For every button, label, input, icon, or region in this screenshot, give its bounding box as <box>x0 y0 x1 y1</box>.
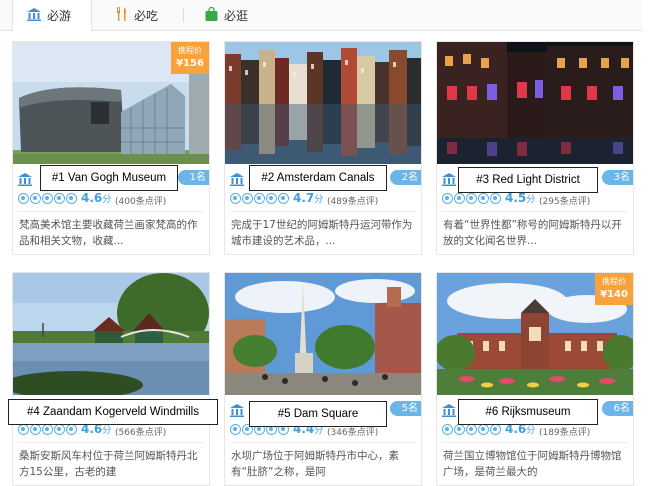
star-icon <box>42 424 53 435</box>
tab-label: 必逛 <box>224 8 249 23</box>
star-icon <box>30 193 41 204</box>
star-icon <box>442 193 453 204</box>
museum-icon <box>27 7 41 24</box>
star-icon <box>254 193 265 204</box>
attraction-photo[interactable] <box>225 273 421 395</box>
star-icon <box>66 193 77 204</box>
divider <box>230 211 416 212</box>
star-rating <box>230 193 290 204</box>
star-icon <box>30 424 41 435</box>
attraction-photo[interactable] <box>225 42 421 164</box>
shopping-bag-icon <box>205 6 218 24</box>
landmark-icon <box>18 171 32 186</box>
attraction-description: 水坝广场位于阿姆斯特丹市中心，素有“肚脐”之称，是阿 <box>231 450 399 478</box>
star-icon <box>42 193 53 204</box>
price-label: 携程价 <box>178 46 202 55</box>
attraction-description: 荷兰国立博物馆位于阿姆斯特丹博物馆广场，是荷兰最大的 <box>443 450 622 478</box>
price-tag: 携程价 ¥140 <box>595 273 633 305</box>
rating-score: 4.5分 <box>505 191 536 205</box>
star-icon <box>18 424 29 435</box>
tab-separator <box>183 8 184 22</box>
attraction-caption: #2 Amsterdam Canals <box>249 165 387 191</box>
star-icon <box>230 193 241 204</box>
star-icon <box>242 193 253 204</box>
star-icon <box>478 193 489 204</box>
divider <box>230 442 416 443</box>
attraction-card[interactable]: 携程价 ¥156 1名 4.6分 (400条点评) 梵高美术馆主要收藏荷兰画家梵… <box>12 41 210 255</box>
rank-badge: 2名 <box>389 170 421 185</box>
tab-must-visit[interactable]: 必游 <box>12 0 92 31</box>
rank-badge: 1名 <box>177 170 209 185</box>
review-count[interactable]: (295条点评) <box>539 194 590 207</box>
fork-knife-icon <box>116 6 128 24</box>
attraction-photo[interactable] <box>437 42 633 164</box>
attraction-caption: #4 Zaandam Kogerveld Windmills <box>8 399 218 425</box>
star-icon <box>18 193 29 204</box>
attraction-description: 完成于17世纪的阿姆斯特丹运河带作为城市建设的艺术品，... <box>231 219 413 247</box>
price-value: ¥140 <box>600 289 628 300</box>
review-count[interactable]: (566条点评) <box>115 425 166 438</box>
tab-label: 必游 <box>47 9 72 23</box>
landmark-icon <box>230 402 244 417</box>
attraction-card[interactable]: 4.6分 (566条点评) 桑斯安斯风车村位于荷兰阿姆斯特丹北方15公里，古老的… <box>12 272 210 486</box>
star-icon <box>278 193 289 204</box>
attraction-description: 有着“世界性都”称号的阿姆斯特丹以开放的文化闻名世界... <box>443 219 622 247</box>
star-icon <box>454 193 465 204</box>
rating-score: 4.7分 <box>293 191 324 205</box>
attraction-caption: #1 Van Gogh Museum <box>40 165 178 191</box>
star-icon <box>454 424 465 435</box>
landmark-icon <box>442 171 456 186</box>
star-rating <box>18 193 78 204</box>
rank-badge: 5名 <box>389 401 421 416</box>
review-count[interactable]: (189条点评) <box>539 425 590 438</box>
price-label: 携程价 <box>602 277 626 286</box>
landmark-icon <box>230 171 244 186</box>
price-tag: 携程价 ¥156 <box>171 42 209 74</box>
attraction-card[interactable]: 2名 4.7分 (489条点评) 完成于17世纪的阿姆斯特丹运河带作为城市建设的… <box>224 41 422 255</box>
review-count[interactable]: (489条点评) <box>327 194 378 207</box>
star-rating <box>18 424 78 435</box>
attraction-card[interactable]: 3名 4.5分 (295条点评) 有着“世界性都”称号的阿姆斯特丹以开放的文化闻… <box>436 41 634 255</box>
star-icon <box>490 424 501 435</box>
star-icon <box>266 193 277 204</box>
category-tabs: 必游 必吃 必逛 <box>0 0 642 31</box>
star-rating <box>442 193 502 204</box>
star-icon <box>54 424 65 435</box>
divider <box>442 442 628 443</box>
divider <box>18 442 204 443</box>
attraction-caption: #5 Dam Square <box>249 401 387 427</box>
star-icon <box>66 424 77 435</box>
attraction-photo[interactable] <box>13 273 209 395</box>
attraction-description: 梵高美术馆主要收藏荷兰画家梵高的作品和相关文物，收藏... <box>19 219 198 247</box>
divider <box>18 211 204 212</box>
attraction-caption: #3 Red Light District <box>458 167 598 193</box>
landmark-icon <box>442 402 456 417</box>
star-icon <box>478 424 489 435</box>
star-icon <box>490 193 501 204</box>
price-value: ¥156 <box>176 58 204 69</box>
tab-must-shop[interactable]: 必逛 <box>205 0 248 30</box>
star-icon <box>466 424 477 435</box>
tab-label: 必吃 <box>134 8 159 23</box>
tab-must-eat[interactable]: 必吃 <box>116 0 158 30</box>
star-icon <box>466 193 477 204</box>
attraction-description: 桑斯安斯风车村位于荷兰阿姆斯特丹北方15公里，古老的建 <box>19 450 198 478</box>
attraction-card[interactable]: 携程价 ¥140 6名 4.6分 (189条点评) 荷兰国立博物馆位于阿姆斯特丹… <box>436 272 634 486</box>
review-count[interactable]: (400条点评) <box>115 194 166 207</box>
star-icon <box>54 193 65 204</box>
star-rating <box>442 424 502 435</box>
attraction-card[interactable]: 5名 4.4分 (346条点评) 水坝广场位于阿姆斯特丹市中心，素有“肚脐”之称… <box>224 272 422 486</box>
rank-badge: 6名 <box>601 401 633 416</box>
star-icon <box>442 424 453 435</box>
attraction-caption: #6 Rijksmuseum <box>458 399 598 425</box>
rank-badge: 3名 <box>601 170 633 185</box>
divider <box>442 211 628 212</box>
rating-score: 4.6分 <box>81 191 112 205</box>
star-icon <box>230 424 241 435</box>
